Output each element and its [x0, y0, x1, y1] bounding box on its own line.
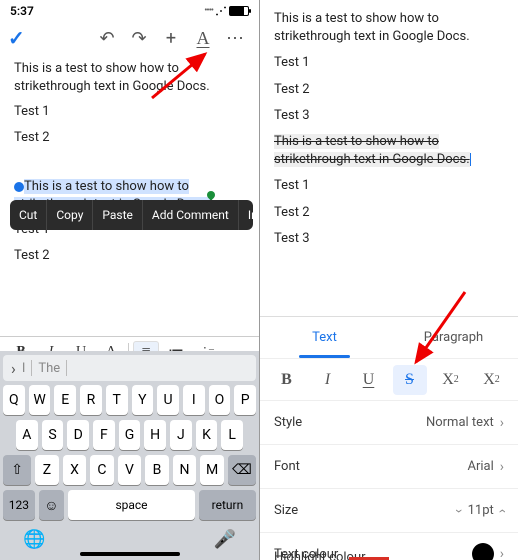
bold-button[interactable]: B [270, 365, 304, 395]
annotation-arrow-1 [150, 50, 220, 104]
paragraph: Test 2 [274, 81, 504, 99]
key-f[interactable]: F [93, 420, 115, 450]
key-e[interactable]: E [54, 385, 76, 415]
size-increase-button[interactable]: › [494, 508, 510, 512]
home-indicator[interactable] [80, 552, 180, 556]
redo-button[interactable]: ↷ [123, 28, 155, 49]
format-tabs: Text Paragraph [260, 316, 518, 358]
document-body[interactable]: This is a test to show how to strikethro… [0, 52, 259, 264]
paragraph: This is a test to show how to strikethro… [274, 10, 504, 46]
return-key[interactable]: return [199, 490, 256, 520]
context-add-comment[interactable]: Add Comment [143, 200, 239, 230]
suggestion-bar: › I The [3, 355, 256, 381]
suggestion[interactable]: I [22, 361, 26, 376]
key-b[interactable]: B [145, 455, 169, 485]
paragraph: Test 1 [274, 177, 504, 195]
battery-icon [229, 6, 249, 16]
key-o[interactable]: O [209, 385, 231, 415]
wifi-icon: ⋰ [215, 6, 227, 17]
editor-toolbar: ✓ ↶ ↷ + A ⋯ [0, 18, 259, 52]
paragraph: Test 3 [274, 107, 504, 125]
context-insert-link[interactable]: Insert Link [239, 200, 253, 230]
chevron-right-icon: › [500, 415, 504, 431]
selection-handle-start[interactable] [14, 182, 24, 192]
font-row[interactable]: Font Arial› [260, 444, 518, 488]
chevron-right-icon: › [500, 546, 504, 560]
size-row: Size › 11pt › [260, 488, 518, 532]
backspace-key[interactable]: ⌫ [228, 455, 256, 485]
key-l[interactable]: L [221, 420, 243, 450]
key-h[interactable]: H [144, 420, 166, 450]
key-a[interactable]: A [16, 420, 38, 450]
key-p[interactable]: P [234, 385, 256, 415]
undo-button[interactable]: ↶ [91, 28, 123, 49]
key-t[interactable]: T [106, 385, 128, 415]
chevron-right-icon: › [500, 459, 504, 475]
context-copy[interactable]: Copy [47, 200, 93, 230]
key-r[interactable]: R [80, 385, 102, 415]
mic-icon[interactable]: 🎤 [214, 529, 236, 550]
key-y[interactable]: Y [132, 385, 154, 415]
numeric-key[interactable]: 123 [3, 490, 35, 520]
key-m[interactable]: M [200, 455, 224, 485]
annotation-arrow-2 [410, 290, 470, 374]
highlight-colour-row[interactable]: Highlight colour [274, 550, 366, 560]
key-s[interactable]: S [42, 420, 64, 450]
text-format-button[interactable]: A [187, 28, 219, 49]
key-d[interactable]: D [67, 420, 89, 450]
cell-dots-icon: •••• [204, 6, 213, 16]
paragraph: Test 2 [14, 129, 245, 147]
globe-icon[interactable]: 🌐 [23, 529, 45, 550]
subscript-button[interactable]: X2 [475, 365, 509, 395]
style-row[interactable]: Style Normal text› [260, 400, 518, 444]
text-caret [470, 153, 471, 166]
colour-swatch [472, 543, 494, 560]
underline-button[interactable]: U [352, 365, 386, 395]
paragraph: Test 2 [274, 204, 504, 222]
emoji-key[interactable]: ☺ [39, 490, 64, 520]
italic-button[interactable]: I [311, 365, 345, 395]
key-k[interactable]: K [196, 420, 218, 450]
key-z[interactable]: Z [35, 455, 59, 485]
ios-keyboard: › I The Q W E R T Y U I O P A S D F G H … [0, 351, 259, 560]
key-j[interactable]: J [170, 420, 192, 450]
tab-text[interactable]: Text [260, 317, 389, 358]
suggestion-arrow-icon[interactable]: › [11, 359, 16, 378]
paragraph: Test 1 [274, 54, 504, 72]
suggestion[interactable]: The [38, 361, 60, 376]
key-i[interactable]: I [183, 385, 205, 415]
shift-key[interactable]: ⇧ [3, 455, 31, 485]
size-decrease-button[interactable]: › [452, 508, 468, 512]
context-paste[interactable]: Paste [93, 200, 143, 230]
context-cut[interactable]: Cut [10, 200, 47, 230]
context-menu: Cut Copy Paste Add Comment Insert Link ▸ [10, 200, 253, 230]
size-label: Size [274, 503, 298, 518]
key-v[interactable]: V [118, 455, 142, 485]
key-c[interactable]: C [90, 455, 114, 485]
key-u[interactable]: U [157, 385, 179, 415]
key-n[interactable]: N [173, 455, 197, 485]
key-x[interactable]: X [63, 455, 87, 485]
paragraph: Test 3 [274, 230, 504, 248]
more-button[interactable]: ⋯ [219, 28, 251, 49]
space-key[interactable]: space [68, 490, 195, 520]
font-label: Font [274, 459, 300, 474]
right-screenshot: This is a test to show how to strikethro… [260, 0, 518, 560]
strikethrough-paragraph: This is a test to show how to strikethro… [274, 133, 504, 169]
key-g[interactable]: G [119, 420, 141, 450]
done-button[interactable]: ✓ [8, 26, 25, 50]
clock: 5:37 [10, 4, 34, 18]
key-q[interactable]: Q [3, 385, 25, 415]
document-body-right[interactable]: This is a test to show how to strikethro… [260, 0, 518, 248]
left-screenshot: 5:37 •••• ⋰ ✓ ↶ ↷ + A ⋯ This is a test t… [0, 0, 260, 560]
insert-button[interactable]: + [155, 28, 187, 49]
text-format-row: B I U S X2 X2 [260, 358, 518, 400]
key-w[interactable]: W [29, 385, 51, 415]
status-bar: 5:37 •••• ⋰ [0, 0, 259, 18]
paragraph: Test 2 [14, 247, 245, 265]
style-label: Style [274, 415, 302, 430]
paragraph: Test 1 [14, 103, 245, 121]
